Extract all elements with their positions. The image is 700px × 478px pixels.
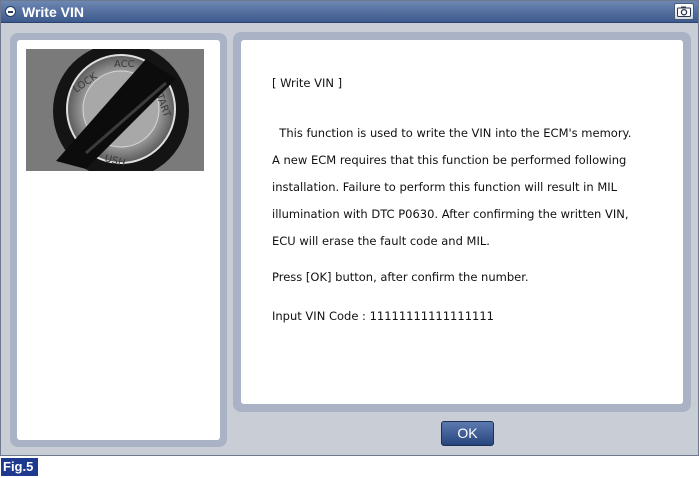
message-line: ECU will erase the fault code and MIL. (272, 234, 490, 248)
message-line: illumination with DTC P0630. After confi… (272, 207, 629, 221)
image-panel: LOCK ACC START USH (10, 33, 227, 447)
title-bar: Write VIN (1, 1, 698, 23)
write-vin-window: Write VIN LOCK ACC START USH [Write VIN… (0, 0, 699, 456)
svg-text:ACC: ACC (114, 59, 135, 70)
message-line: This function is used to write the VIN i… (272, 126, 632, 140)
message-line: A new ECM requires that this function be… (272, 153, 627, 167)
message-panel: [ Write VIN ] This function is used to w… (233, 32, 691, 412)
ignition-key-image: LOCK ACC START USH (26, 49, 204, 171)
message-panel-inner: [ Write VIN ] This function is used to w… (241, 40, 683, 404)
window-title: Write VIN (22, 4, 84, 20)
figure-label: Fig.5 (1, 458, 38, 476)
window-menu-icon[interactable] (5, 6, 16, 17)
instruction-text: Press [OK] button, after confirm the num… (272, 270, 529, 284)
ok-button[interactable]: OK (441, 421, 494, 446)
camera-icon (677, 6, 691, 17)
screen-capture-button[interactable] (674, 3, 694, 20)
image-panel-inner: LOCK ACC START USH (17, 40, 220, 440)
message-line: installation. Failure to perform this fu… (272, 180, 618, 194)
message-heading: [ Write VIN ] (272, 76, 343, 90)
vin-code-field[interactable]: Input VIN Code : 11111111111111111 (272, 309, 494, 323)
